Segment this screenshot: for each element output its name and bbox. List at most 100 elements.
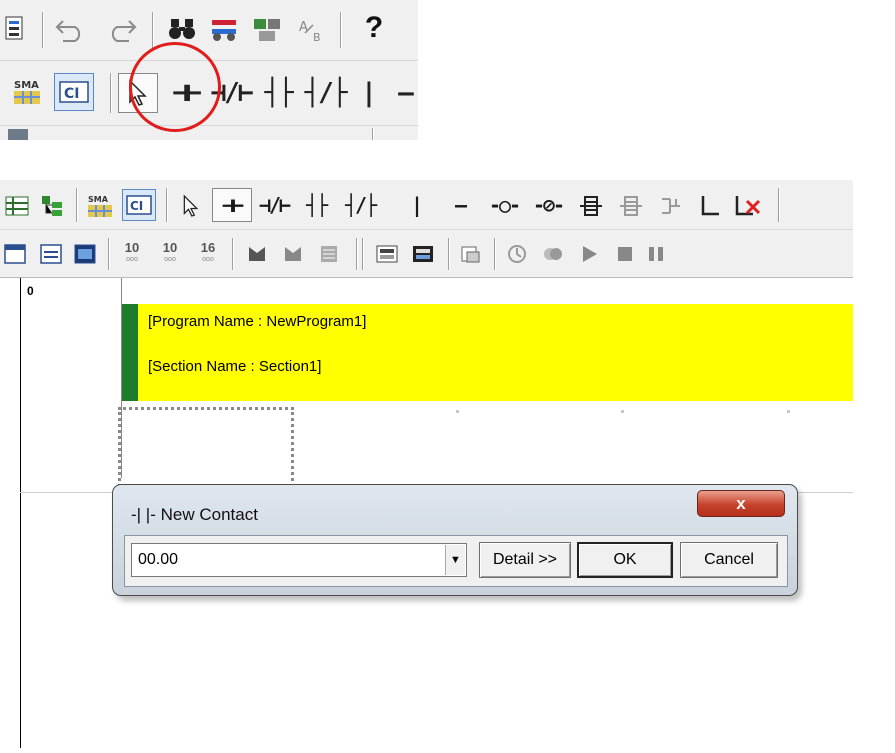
toolbar-separator bbox=[76, 188, 78, 222]
ladder-cursor-cell[interactable] bbox=[118, 407, 294, 487]
new-closed-or-contact-icon[interactable]: ┤/├ bbox=[338, 188, 382, 222]
partial-toolbar-row bbox=[60, 129, 360, 140]
ci-icon[interactable]: CI bbox=[54, 73, 94, 111]
zoom-10b-label: 10 bbox=[162, 240, 178, 255]
line-delete-icon[interactable] bbox=[730, 190, 766, 222]
redo-icon[interactable] bbox=[104, 14, 138, 44]
grid-dot bbox=[456, 410, 459, 413]
send-changes-icon[interactable] bbox=[408, 240, 438, 268]
cross-reference-icon[interactable] bbox=[2, 14, 28, 44]
window-icon[interactable] bbox=[0, 240, 30, 268]
run-icon[interactable] bbox=[574, 240, 604, 268]
grid-dot bbox=[621, 410, 624, 413]
zoom-10b-icon[interactable]: 10 ooo bbox=[154, 240, 186, 268]
stop-icon[interactable] bbox=[610, 240, 640, 268]
online-edit-icon[interactable] bbox=[372, 240, 402, 268]
chevron-down-icon: ▼ bbox=[450, 554, 461, 566]
new-closed-or-contact-icon[interactable]: ┤/├ bbox=[302, 75, 348, 111]
horizontal-line-icon[interactable]: — bbox=[440, 188, 480, 222]
toolbar-separator bbox=[108, 238, 110, 270]
zoom-16-icon[interactable]: 16 ooo bbox=[192, 240, 224, 268]
contact-address-combobox[interactable] bbox=[131, 543, 467, 577]
sma-icon[interactable]: SMA bbox=[84, 190, 116, 222]
toolbar-separator bbox=[152, 12, 154, 48]
toolbar-separator bbox=[232, 238, 234, 270]
zoom-10-icon[interactable]: 10 ooo bbox=[116, 240, 148, 268]
new-closed-contact-icon[interactable]: ⊣/⊢ bbox=[254, 188, 294, 222]
combobox-dropdown-button[interactable]: ▼ bbox=[445, 545, 465, 575]
find-binoculars-icon[interactable] bbox=[166, 14, 200, 44]
svg-text:CI: CI bbox=[130, 199, 143, 213]
toolbar-separator bbox=[362, 238, 364, 270]
svg-text:B: B bbox=[313, 31, 321, 43]
toolbar-zoom-crop: AB ? SMA CI ⊣⊢ ⊣/⊢ ┤├ ┤/├ | — bbox=[0, 0, 418, 140]
vertical-line-icon[interactable]: | bbox=[358, 75, 378, 111]
replace-icon[interactable] bbox=[208, 14, 242, 44]
dialog-body: ▼ Detail >> OK Cancel bbox=[124, 535, 788, 587]
ci-icon[interactable]: CI bbox=[122, 189, 156, 221]
toolbar-separator bbox=[778, 188, 780, 222]
help-icon[interactable]: ? bbox=[356, 10, 392, 46]
svg-text:SMA: SMA bbox=[14, 80, 39, 91]
compare-icon[interactable] bbox=[538, 240, 568, 268]
left-power-rail bbox=[20, 478, 21, 748]
close-icon: x bbox=[736, 493, 746, 513]
new-closed-coil-icon[interactable]: -⊘- bbox=[528, 188, 568, 222]
partial-icon bbox=[8, 129, 28, 140]
toolbar-separator bbox=[42, 12, 44, 48]
program-section-icon[interactable] bbox=[278, 240, 308, 268]
cancel-button[interactable]: Cancel bbox=[680, 542, 778, 578]
undo-icon[interactable] bbox=[54, 14, 88, 44]
toolbar-row-3-partial bbox=[0, 125, 418, 140]
toolbar-separator bbox=[340, 12, 342, 48]
new-coil-icon[interactable]: -○- bbox=[484, 188, 524, 222]
new-or-contact-icon[interactable]: ┤├ bbox=[256, 75, 300, 111]
ladder-toolbar: SMA CI ⊣⊢ ⊣/⊢ ┤├ ┤/├ | — -○- -⊘- bbox=[0, 180, 853, 230]
new-or-contact-icon[interactable]: ┤├ bbox=[296, 188, 336, 222]
new-pld-icon[interactable] bbox=[614, 190, 648, 222]
new-instruction-icon[interactable] bbox=[574, 190, 608, 222]
ladder-editor-crop: SMA CI ⊣⊢ ⊣/⊢ ┤├ ┤/├ | — -○- -⊘- 10 ooo … bbox=[0, 180, 853, 750]
detail-button[interactable]: Detail >> bbox=[479, 542, 571, 578]
rename-address-icon[interactable]: AB bbox=[294, 14, 328, 44]
toolbar-separator bbox=[494, 238, 496, 270]
zoom-10b-sub: ooo bbox=[164, 256, 176, 263]
toolbar-separator bbox=[372, 128, 374, 140]
section-name-label: [Section Name : Section1] bbox=[148, 358, 322, 375]
dialog-close-button[interactable]: x bbox=[697, 490, 785, 517]
highlight-circle bbox=[129, 42, 221, 132]
program-name-label: [Program Name : NewProgram1] bbox=[148, 313, 367, 330]
grid-dot bbox=[787, 410, 790, 413]
svg-text:A: A bbox=[299, 20, 308, 35]
list-view-icon[interactable] bbox=[2, 192, 32, 220]
rung-number-column: 0 bbox=[20, 278, 122, 478]
memory-window-icon[interactable] bbox=[70, 240, 100, 268]
toolbar-separator bbox=[110, 73, 112, 113]
horizontal-line-icon[interactable]: — bbox=[392, 75, 418, 111]
cancel-online-edit-icon[interactable] bbox=[456, 240, 486, 268]
select-pointer-icon[interactable] bbox=[176, 190, 206, 222]
sma-icon[interactable]: SMA bbox=[10, 75, 44, 109]
ok-button[interactable]: OK bbox=[577, 542, 673, 578]
svg-text:CI: CI bbox=[64, 86, 79, 102]
svg-text:SMA: SMA bbox=[88, 195, 109, 204]
toolbar-row-1: AB ? bbox=[0, 0, 418, 60]
tree-view-icon[interactable] bbox=[38, 192, 68, 220]
address-reference-icon[interactable] bbox=[250, 14, 284, 44]
new-jump-icon[interactable] bbox=[654, 190, 688, 222]
rung-comment[interactable]: [Program Name : NewProgram1] [Section Na… bbox=[122, 304, 853, 401]
transfer-icon[interactable] bbox=[502, 240, 532, 268]
zoom-10-label: 10 bbox=[124, 240, 140, 255]
task-icon[interactable] bbox=[314, 240, 344, 268]
vertical-line-icon[interactable]: | bbox=[406, 188, 426, 222]
dialog-title: -| |- New Contact bbox=[131, 505, 258, 524]
zoom-16-label: 16 bbox=[200, 240, 216, 255]
new-contact-icon[interactable]: ⊣⊢ bbox=[212, 188, 252, 222]
toolbar-separator bbox=[356, 238, 358, 270]
pause-icon[interactable] bbox=[644, 240, 668, 268]
rung-number: 0 bbox=[27, 284, 34, 298]
zoom-16-sub: ooo bbox=[202, 256, 214, 263]
line-connect-icon[interactable] bbox=[694, 190, 726, 222]
monitor-window-icon[interactable] bbox=[36, 240, 66, 268]
program-icon[interactable] bbox=[242, 240, 272, 268]
